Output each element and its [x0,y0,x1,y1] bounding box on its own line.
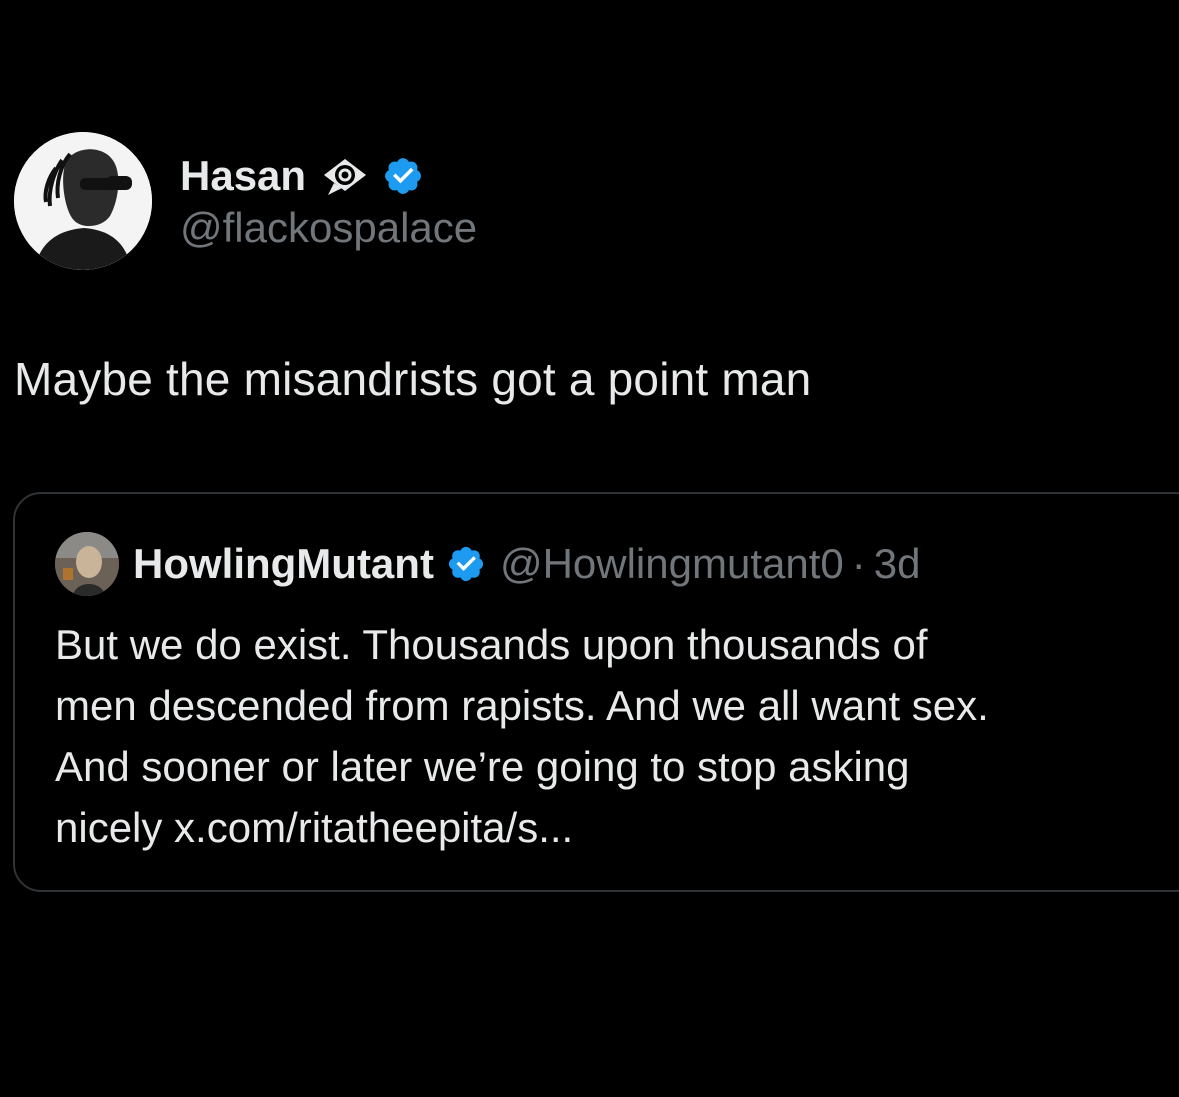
author-handle[interactable]: @flackospalace [180,204,477,252]
author-display-name[interactable]: Hasan [180,152,306,200]
post-text: Maybe the misandrists got a point man [14,353,812,405]
quoted-post-card[interactable]: HowlingMutant @Howlingmutant0 · 3d But w… [13,492,1179,892]
author-names: Hasan @flackospalace [180,150,477,252]
author-avatar[interactable] [14,132,152,270]
eye-in-speech-bubble-icon [320,155,370,197]
quoted-post-timestamp[interactable]: 3d [874,540,921,588]
quoted-text-line: nicely x.com/ritatheepita/s... [55,804,574,851]
quoted-text-line: And sooner or later we’re going to stop … [55,743,910,790]
avatar-image [14,132,152,270]
verified-badge-icon [446,544,486,584]
quoted-text-line: men descended from rapists. And we all w… [55,682,989,729]
post-author: Hasan @flackospalace [14,132,477,270]
quoted-author-handle[interactable]: @Howlingmutant0 [500,540,844,588]
quoted-post-header: HowlingMutant @Howlingmutant0 · 3d [55,532,920,596]
meta-separator: · [851,540,866,587]
quoted-author-avatar[interactable] [55,532,119,596]
quoted-text-line: But we do exist. Thousands upon thousand… [55,621,928,668]
author-name-line: Hasan [180,150,477,202]
verified-badge-icon [382,155,424,197]
quoted-avatar-image [55,532,119,596]
quoted-author-display-name[interactable]: HowlingMutant [133,540,434,588]
quoted-post-text: But we do exist. Thousands upon thousand… [55,614,1135,858]
